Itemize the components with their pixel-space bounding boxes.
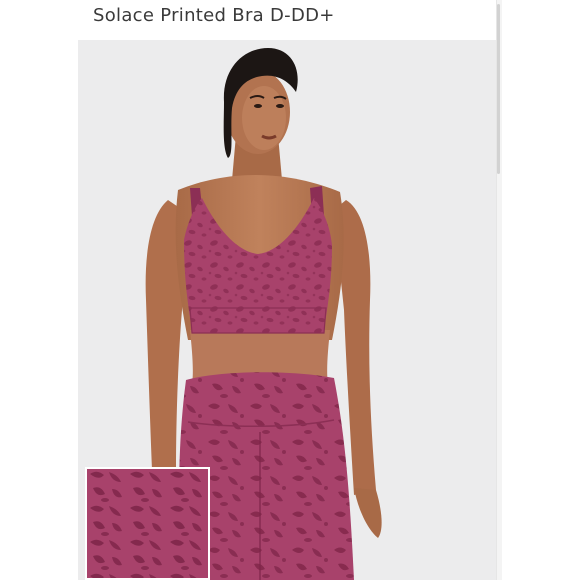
left-margin — [0, 0, 78, 580]
right-margin — [502, 0, 580, 580]
fabric-swatch-image — [87, 469, 208, 578]
fabric-swatch-thumbnail[interactable] — [85, 467, 210, 580]
scrollbar-thumb[interactable] — [497, 4, 500, 174]
product-title: Solace Printed Bra D-DD+ — [93, 5, 335, 26]
product-header: Solace Printed Bra D-DD+ — [78, 0, 502, 40]
product-screen: Solace Printed Bra D-DD+ — [0, 0, 580, 580]
